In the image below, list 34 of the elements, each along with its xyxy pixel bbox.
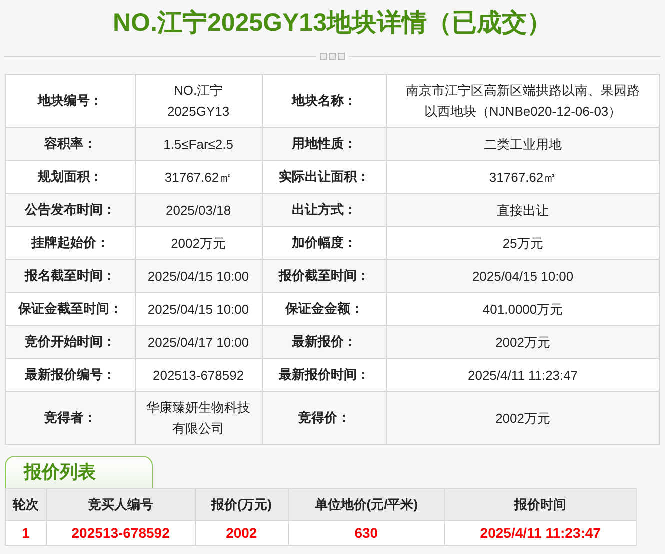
column-header: 轮次 <box>6 488 46 520</box>
field-value: 2002万元 <box>494 334 552 352</box>
field-value: 31767.62㎡ <box>164 168 234 186</box>
column-header: 单位地价(元/平米) <box>288 488 445 520</box>
field-label: 竞得者： <box>6 392 136 444</box>
field-label: 竞得价： <box>262 392 387 444</box>
field-value: 2025/04/15 10:00 <box>471 268 575 286</box>
field-value: 南京市江宁区高新区端拱路以南、果园路以西地块（NJNBe020-12-06-03） <box>405 82 642 121</box>
field-value: 2025/04/15 10:00 <box>146 268 250 286</box>
table-cell: 1 <box>6 520 46 546</box>
field-label: 地块编号： <box>6 74 136 128</box>
field-value: 2025/04/15 10:00 <box>146 300 250 318</box>
field-value: 2002万元 <box>170 234 227 252</box>
field-value: 1.5≤Far≤2.5 <box>162 136 234 154</box>
field-value: 25万元 <box>502 234 544 252</box>
field-value: 31767.62㎡ <box>488 168 558 186</box>
table-cell: 2025/4/11 11:23:47 <box>444 520 636 546</box>
page-title: NO.江宁2025GY13地块详情（已成交） <box>112 8 553 39</box>
field-value: 2025/4/11 11:23:47 <box>466 366 580 384</box>
field-value: 202513-678592 <box>152 366 246 384</box>
field-value: 二类工业用地 <box>483 136 564 154</box>
field-value: 401.0000万元 <box>482 300 564 318</box>
column-header: 报价时间 <box>444 488 636 520</box>
field-value: 2025/03/18 <box>164 202 232 220</box>
field-value: 2025/04/17 10:00 <box>146 334 250 352</box>
field-value: NO.江宁2025GY13 <box>166 82 231 121</box>
column-header: 竞买人编号 <box>46 488 196 520</box>
divider-ornament-icon <box>320 52 345 60</box>
table-cell: 630 <box>288 520 445 546</box>
field-value: 直接出让 <box>496 202 550 220</box>
field-value: 华康臻妍生物科技有限公司 <box>146 399 252 438</box>
field-value: 2002万元 <box>494 410 552 428</box>
table-cell: 202513-678592 <box>46 520 196 546</box>
table-cell: 2002 <box>195 520 288 546</box>
